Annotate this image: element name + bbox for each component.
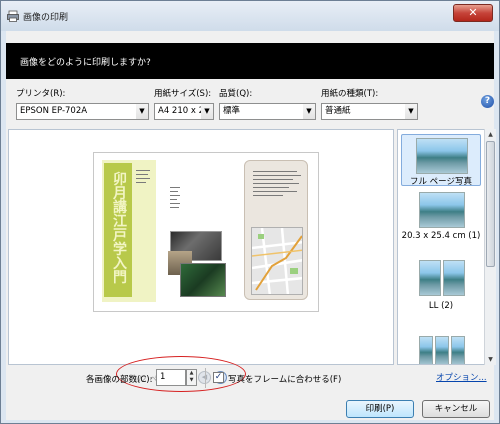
layout-label: 20.3 x 25.4 cm (1): [401, 231, 481, 241]
window-title: 画像の印刷: [23, 13, 69, 23]
layout-thumbnail: [419, 260, 441, 296]
layout-thumbnail: [416, 138, 468, 174]
fit-to-frame-checkbox[interactable]: ✓: [213, 372, 224, 383]
flyer-left-panel: 卯月講 江戸学入門: [102, 160, 156, 302]
copies-stepper[interactable]: ▲ ▼: [186, 369, 197, 386]
layout-thumbnail: [419, 336, 433, 364]
flyer-vertical-title: 卯月講 江戸学入門: [113, 172, 127, 286]
fit-to-frame-label: 写真をフレームに合わせる(F): [228, 375, 342, 385]
close-button[interactable]: ✕: [453, 4, 493, 22]
quality-label: 品質(Q):: [219, 89, 253, 99]
paper-size-select[interactable]: A4 210 x 29 ▼: [154, 103, 214, 120]
flyer-right-panel: [244, 160, 308, 300]
layout-thumbnail: [435, 336, 449, 364]
paper-type-select[interactable]: 普通紙 ▼: [321, 103, 418, 120]
layout-item-ll[interactable]: LL (2): [401, 258, 481, 314]
scroll-down-icon[interactable]: ▼: [485, 354, 496, 365]
quality-select-value: 標準: [223, 106, 241, 116]
flyer-title-band: 卯月講 江戸学入門: [104, 163, 132, 297]
scrollbar-thumb[interactable]: [486, 141, 495, 267]
print-button[interactable]: 印刷(P): [346, 400, 414, 418]
layout-list: フル ページ写真 20.3 x 25.4 cm (1) LL (2): [397, 129, 496, 365]
flyer-right-text: [253, 171, 301, 199]
flyer-middle-text: [170, 187, 180, 211]
header-banner: 画像をどのように印刷しますか?: [6, 43, 494, 79]
flyer-map: [251, 227, 303, 295]
divider: [205, 368, 206, 388]
print-preview-pane: 卯月講 江戸学入門 1/2 ページ: [8, 129, 394, 392]
layout-item-20x25[interactable]: 20.3 x 25.4 cm (1): [401, 190, 481, 246]
paper-size-label: 用紙サイズ(S):: [154, 89, 212, 99]
layout-item-full-page[interactable]: フル ページ写真: [401, 134, 481, 187]
printer-select-value: EPSON EP-702A: [20, 106, 88, 116]
help-icon[interactable]: ?: [481, 95, 494, 108]
scroll-up-icon[interactable]: ▲: [485, 129, 496, 140]
options-link[interactable]: オプション...: [436, 371, 487, 383]
paper-type-select-value: 普通紙: [325, 106, 351, 116]
quality-select[interactable]: 標準 ▼: [219, 103, 316, 120]
title-bar: 画像の印刷 ✕: [1, 1, 499, 31]
chevron-down-icon[interactable]: ▼: [303, 104, 315, 119]
layout-scrollbar[interactable]: ▲ ▼: [484, 129, 496, 365]
layout-thumbnail: [451, 336, 465, 364]
chevron-down-icon[interactable]: ▼: [405, 104, 417, 119]
layout-item-next[interactable]: [401, 334, 481, 364]
stepper-down-icon[interactable]: ▼: [187, 377, 196, 384]
copies-label: 各画像の部数(C):: [86, 375, 153, 385]
layout-label: LL (2): [428, 301, 454, 311]
dialog-client-area: 画像をどのように印刷しますか? プリンタ(R): EPSON EP-702A ▼…: [6, 31, 496, 420]
printer-label: プリンタ(R):: [16, 89, 66, 99]
paper-type-label: 用紙の種類(T):: [321, 89, 379, 99]
cancel-button[interactable]: キャンセル: [422, 400, 490, 418]
print-dialog-window: 画像の印刷 ✕ 画像をどのように印刷しますか? プリンタ(R): EPSON E…: [0, 0, 500, 424]
copies-input[interactable]: 1: [156, 369, 186, 386]
flyer-photo-crest: [180, 263, 226, 297]
printer-icon: [7, 10, 19, 22]
chevron-down-icon[interactable]: ▼: [136, 104, 148, 119]
layout-thumbnail: [443, 260, 465, 296]
chevron-down-icon[interactable]: ▼: [201, 104, 213, 119]
layout-thumbnail: [419, 192, 465, 228]
preview-page: 卯月講 江戸学入門: [93, 152, 319, 312]
printer-select[interactable]: EPSON EP-702A ▼: [16, 103, 149, 120]
banner-question: 画像をどのように印刷しますか?: [20, 58, 151, 68]
stepper-up-icon[interactable]: ▲: [187, 370, 196, 377]
layout-label: フル ページ写真: [409, 177, 473, 187]
flyer-text-lines: [136, 170, 150, 186]
